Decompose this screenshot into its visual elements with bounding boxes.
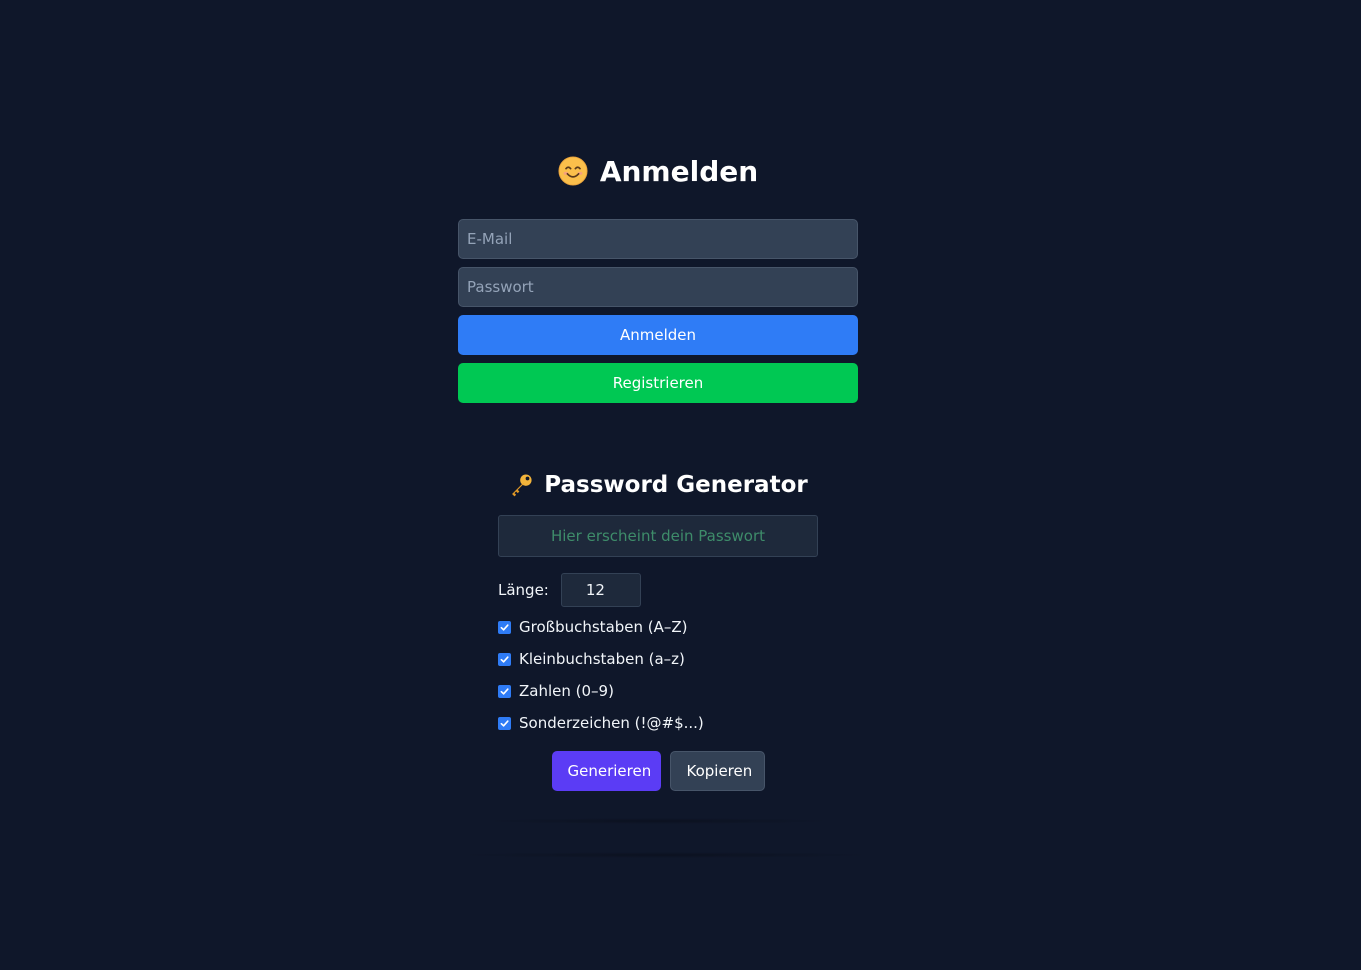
generate-button[interactable]: Generieren	[551, 751, 661, 791]
generator-actions: Generieren Kopieren	[498, 751, 818, 791]
generator-title-text: Password Generator	[544, 472, 808, 498]
checkmark-icon	[500, 655, 509, 663]
password-generator-section: Password Generator Hier erscheint dein P…	[498, 465, 818, 791]
symbols-checkbox[interactable]	[498, 716, 511, 730]
generator-title: Password Generator	[458, 465, 858, 505]
option-lowercase[interactable]: Kleinbuchstaben (a–z)	[498, 643, 818, 675]
register-button[interactable]: Registrieren	[458, 363, 858, 403]
key-icon	[512, 474, 532, 497]
option-symbols[interactable]: Sonderzeichen (!@#$...)	[498, 707, 818, 739]
password-field[interactable]	[458, 267, 858, 307]
login-section: Anmelden Anmelden Registrieren	[458, 150, 858, 411]
checkmark-icon	[500, 719, 509, 727]
password-output[interactable]: Hier erscheint dein Passwort	[498, 515, 818, 557]
option-numbers[interactable]: Zahlen (0–9)	[498, 675, 818, 707]
login-title: Anmelden	[458, 150, 858, 192]
page: Anmelden Anmelden Registrieren Password …	[0, 0, 1361, 970]
card-shadow	[450, 852, 880, 858]
checkmark-icon	[500, 687, 509, 695]
symbols-label: Sonderzeichen (!@#$...)	[519, 714, 704, 732]
length-label: Länge:	[498, 581, 549, 599]
copy-button[interactable]: Kopieren	[669, 751, 765, 791]
numbers-label: Zahlen (0–9)	[519, 682, 614, 700]
option-uppercase[interactable]: Großbuchstaben (A–Z)	[498, 611, 818, 643]
uppercase-label: Großbuchstaben (A–Z)	[519, 618, 688, 636]
login-title-text: Anmelden	[599, 154, 759, 188]
email-field[interactable]	[458, 219, 858, 259]
card-shadow	[478, 818, 838, 824]
numbers-checkbox[interactable]	[498, 684, 511, 698]
lowercase-label: Kleinbuchstaben (a–z)	[519, 650, 685, 668]
checkmark-icon	[500, 623, 509, 631]
lowercase-checkbox[interactable]	[498, 652, 511, 666]
login-button[interactable]: Anmelden	[458, 315, 858, 355]
smiling-face-icon	[558, 156, 588, 186]
length-input[interactable]	[560, 573, 641, 607]
uppercase-checkbox[interactable]	[498, 620, 511, 634]
length-row: Länge:	[498, 573, 818, 607]
